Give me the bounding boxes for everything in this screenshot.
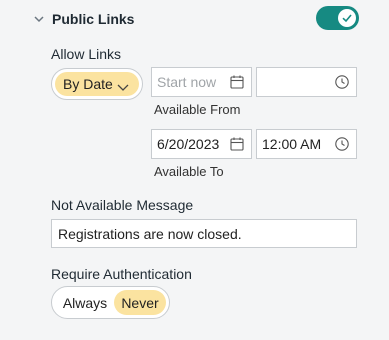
allow-links-label: Allow Links	[51, 46, 122, 62]
to-time-input[interactable]: 12:00 AM	[256, 129, 357, 159]
from-date-placeholder: Start now	[157, 74, 217, 90]
not-available-message-input[interactable]: Registrations are now closed.	[51, 219, 357, 248]
allow-links-selected: By Date	[63, 76, 113, 92]
require-auth-label: Require Authentication	[51, 266, 192, 282]
check-icon	[342, 14, 352, 23]
calendar-icon[interactable]	[229, 136, 245, 152]
public-links-toggle[interactable]	[316, 6, 359, 30]
toggle-knob	[338, 9, 356, 27]
require-auth-toggle[interactable]: Always Never	[51, 286, 170, 319]
calendar-icon[interactable]	[229, 74, 245, 90]
clock-icon[interactable]	[334, 74, 350, 90]
clock-icon[interactable]	[334, 136, 350, 152]
from-date-input[interactable]: Start now	[151, 67, 252, 97]
from-time-input[interactable]	[256, 67, 357, 97]
chevron-down-icon	[117, 84, 129, 91]
require-auth-option-always[interactable]: Always	[56, 290, 114, 315]
section-title: Public Links	[52, 11, 135, 27]
available-from-caption: Available From	[154, 102, 241, 117]
not-available-label: Not Available Message	[51, 197, 194, 213]
allow-links-dropdown[interactable]: By Date	[51, 68, 143, 100]
not-available-message-value: Registrations are now closed.	[58, 225, 242, 242]
to-time-value: 12:00 AM	[262, 136, 322, 152]
require-auth-option-never[interactable]: Never	[114, 290, 166, 315]
available-to-caption: Available To	[154, 164, 224, 179]
to-date-input[interactable]: 6/20/2023	[151, 129, 252, 159]
to-date-value: 6/20/2023	[157, 136, 220, 152]
chevron-down-icon[interactable]	[33, 13, 45, 25]
